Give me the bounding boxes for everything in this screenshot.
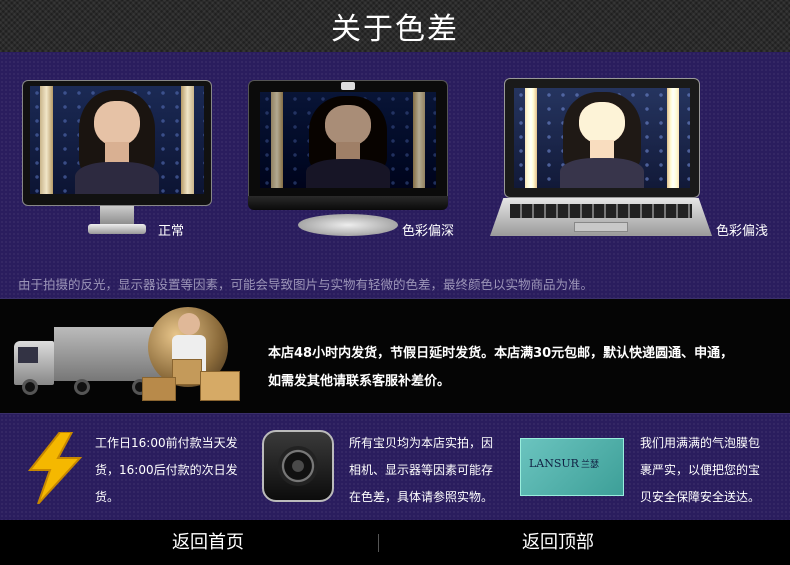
monitor-normal xyxy=(22,80,212,240)
courier-figure xyxy=(178,313,200,335)
info-packaging-text: 我们用满满的气泡膜包 裹严实，以便把您的宝 贝安全保障安全送达。 xyxy=(640,436,761,504)
footer-divider xyxy=(378,534,379,552)
brand-logo-cn: 兰瑟 xyxy=(581,460,600,470)
parcel-boxes xyxy=(142,355,248,403)
laptop-light-keyboard xyxy=(490,198,712,236)
monitor-normal-stand xyxy=(100,206,134,226)
info-payment-text: 工作日16:00前付款当天发 货，16:00后付款的次日发 货。 xyxy=(95,436,238,504)
package-icon: LANSUR 兰瑟 xyxy=(520,438,624,496)
hp-logo xyxy=(341,82,355,90)
shipping-line-1: 本店48小时内发货，节假日延时发货。本店满30元包邮，默认快递圆通、申通， xyxy=(268,346,734,361)
info-photo-text: 所有宝贝均为本店实拍，因 相机、显示器等因素可能存 在色差，具体请参照实物。 xyxy=(349,436,494,504)
laptop-light-screen xyxy=(514,88,690,188)
monitor-deep-chin xyxy=(248,196,448,210)
monitor-deep-screen xyxy=(260,92,436,188)
brand-logo: LANSUR xyxy=(529,457,579,470)
shipping-policy: 本店48小时内发货，节假日延时发货。本店满30元包邮，默认快递圆通、申通， 如需… xyxy=(268,340,768,396)
monitor-normal-foot xyxy=(88,224,146,234)
page-title: 关于色差 xyxy=(331,12,459,47)
back-to-top-link[interactable]: 返回顶部 xyxy=(522,520,594,565)
laptop-light-label: 色彩偏浅 xyxy=(716,224,769,239)
color-difference-note: 由于拍摄的反光，显示器设置等因素，可能会导致图片与实物有轻微的色差，最终颜色以实… xyxy=(18,277,594,292)
monitor-normal-screen xyxy=(30,86,204,194)
lightning-icon xyxy=(27,432,83,504)
camera-icon xyxy=(262,430,334,502)
monitor-deep-label: 色彩偏深 xyxy=(402,224,455,239)
page-header: 关于色差 xyxy=(0,0,790,52)
monitor-normal-label: 正常 xyxy=(158,224,185,239)
monitor-comparison-band: 正常 色彩偏深 色彩偏浅 xyxy=(0,52,790,298)
monitor-deep-base xyxy=(298,214,398,236)
footer-nav: 返回首页 返回顶部 xyxy=(0,520,790,565)
monitor-deep xyxy=(248,80,448,242)
laptop-light xyxy=(490,78,712,242)
back-to-home-link[interactable]: 返回首页 xyxy=(172,520,244,565)
shipping-line-2: 如需发其他请联系客服补差价。 xyxy=(268,374,451,389)
